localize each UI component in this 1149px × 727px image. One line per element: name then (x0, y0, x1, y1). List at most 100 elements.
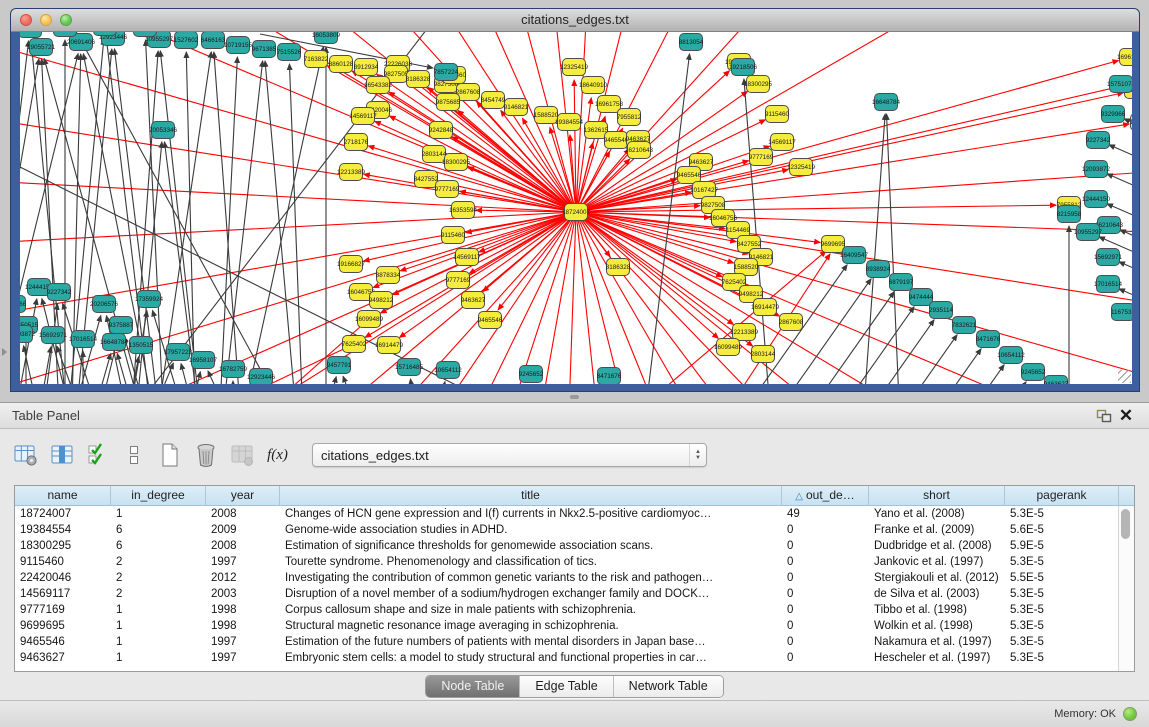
table-cell[interactable]: 1 (111, 506, 206, 522)
table-cell[interactable]: Hescheler et al. (1997) (869, 650, 1005, 666)
panel-collapse-arrow-icon[interactable] (2, 348, 7, 356)
table-cell[interactable]: 0 (782, 522, 869, 538)
column-header-title[interactable]: title (280, 486, 782, 505)
table-cell[interactable]: Changes of HCN gene expression and I(f) … (280, 506, 782, 522)
close-panel-icon[interactable]: ✕ (1115, 407, 1137, 425)
table-cell[interactable]: Nakamura et al. (1997) (869, 634, 1005, 650)
create-column-icon[interactable] (156, 442, 183, 468)
vertical-scrollbar[interactable] (1118, 506, 1134, 671)
table-cell[interactable]: 0 (782, 618, 869, 634)
table-cell[interactable]: 2009 (206, 522, 280, 538)
table-cell[interactable]: 9699695 (15, 618, 111, 634)
network-canvas[interactable]: 7163822886012889129342222603898275051654… (20, 32, 1132, 384)
dropdown-stepper-icon[interactable]: ▲▼ (689, 444, 706, 466)
checkbox-list-icon[interactable] (120, 442, 147, 468)
table-cell[interactable]: Structural magnetic resonance image aver… (280, 618, 782, 634)
column-header-in_degree[interactable]: in_degree (111, 486, 206, 505)
table-cell[interactable]: Corpus callosum shape and size in male p… (280, 602, 782, 618)
select-columns-icon[interactable] (84, 442, 111, 468)
table-cell[interactable]: 9463627 (15, 650, 111, 666)
table-cell[interactable]: 2 (111, 586, 206, 602)
table-row[interactable]: 911546021997Tourette syndrome. Phenomeno… (15, 554, 1134, 570)
float-panel-icon[interactable] (1093, 407, 1115, 425)
table-cell[interactable]: Yano et al. (2008) (869, 506, 1005, 522)
table-cell[interactable]: 0 (782, 602, 869, 618)
table-body[interactable]: 1872400712008Changes of HCN gene express… (15, 506, 1134, 666)
table-row[interactable]: 2242004622012Investigating the contribut… (15, 570, 1134, 586)
table-row[interactable]: 1938455462009Genome-wide association stu… (15, 522, 1134, 538)
table-cell[interactable]: 22420046 (15, 570, 111, 586)
table-row[interactable]: 977716911998Corpus callosum shape and si… (15, 602, 1134, 618)
resize-grip-icon[interactable] (1118, 370, 1131, 383)
table-cell[interactable]: 18300295 (15, 538, 111, 554)
table-type-segmented-control[interactable]: Node TableEdge TableNetwork Table (425, 675, 723, 698)
tab-node-table[interactable]: Node Table (426, 676, 519, 697)
table-cell[interactable]: 5.5E-5 (1005, 570, 1119, 586)
table-cell[interactable]: 2 (111, 554, 206, 570)
table-row[interactable]: 946362711997Embryonic stem cells: a mode… (15, 650, 1134, 666)
window-titlebar[interactable]: citations_edges.txt (11, 9, 1139, 32)
table-cell[interactable]: 5.3E-5 (1005, 650, 1119, 666)
table-cell[interactable]: 1 (111, 618, 206, 634)
table-cell[interactable]: 5.3E-5 (1005, 506, 1119, 522)
table-cell[interactable]: 0 (782, 634, 869, 650)
citation-network-graph[interactable]: 7163822886012889129342222603898275051654… (20, 32, 1132, 384)
table-cell[interactable]: Tourette syndrome. Phenomenology and cla… (280, 554, 782, 570)
table-cell[interactable]: 18724007 (15, 506, 111, 522)
table-cell[interactable]: 5.3E-5 (1005, 554, 1119, 570)
table-cell[interactable]: 0 (782, 554, 869, 570)
table-cell[interactable]: 1 (111, 602, 206, 618)
table-cell[interactable]: Estimation of significance thresholds fo… (280, 538, 782, 554)
table-cell[interactable]: 1 (111, 650, 206, 666)
table-cell[interactable]: Wolkin et al. (1998) (869, 618, 1005, 634)
tab-edge-table[interactable]: Edge Table (519, 676, 612, 697)
table-cell[interactable]: 2003 (206, 586, 280, 602)
table-cell[interactable]: 9115460 (15, 554, 111, 570)
table-cell[interactable]: 0 (782, 586, 869, 602)
table-cell[interactable]: 2008 (206, 506, 280, 522)
table-cell[interactable]: Dudbridge et al. (2008) (869, 538, 1005, 554)
table-cell[interactable]: 1 (111, 634, 206, 650)
table-cell[interactable]: 2008 (206, 538, 280, 554)
table-row[interactable]: 1456911722003Disruption of a novel membe… (15, 586, 1134, 602)
table-cell[interactable]: Tibbo et al. (1998) (869, 602, 1005, 618)
table-cell[interactable]: 1997 (206, 650, 280, 666)
table-cell[interactable]: 5.3E-5 (1005, 634, 1119, 650)
table-cell[interactable]: Investigating the contribution of common… (280, 570, 782, 586)
network-view-window[interactable]: citations_edges.txt 71638228860128891293… (10, 8, 1140, 392)
table-cell[interactable]: de Silva et al. (2003) (869, 586, 1005, 602)
table-row[interactable]: 969969511998Structural magnetic resonanc… (15, 618, 1134, 634)
table-cell[interactable]: Genome-wide association studies in ADHD. (280, 522, 782, 538)
table-cell[interactable]: Jankovic et al. (1997) (869, 554, 1005, 570)
table-cell[interactable]: 5.6E-5 (1005, 522, 1119, 538)
table-select-dropdown[interactable]: citations_edges.txt ▲▼ (312, 443, 707, 467)
table-cell[interactable]: 19384554 (15, 522, 111, 538)
table-cell[interactable]: 6 (111, 522, 206, 538)
table-cell[interactable]: 0 (782, 538, 869, 554)
table-cell[interactable]: Disruption of a novel member of a sodium… (280, 586, 782, 602)
table-cell[interactable]: 9777169 (15, 602, 111, 618)
table-cell[interactable]: 9465546 (15, 634, 111, 650)
table-row[interactable]: 1872400712008Changes of HCN gene express… (15, 506, 1134, 522)
table-cell[interactable]: 0 (782, 650, 869, 666)
table-cell[interactable]: Stergiakouli et al. (2012) (869, 570, 1005, 586)
function-builder-icon[interactable]: f(x) (264, 442, 291, 468)
table-cell[interactable]: 2012 (206, 570, 280, 586)
table-cell[interactable]: 0 (782, 570, 869, 586)
table-cell[interactable]: 1998 (206, 618, 280, 634)
column-header-pagerank[interactable]: pagerank (1005, 486, 1119, 505)
column-header-out_de[interactable]: △out_de… (782, 486, 869, 505)
table-cell[interactable]: 6 (111, 538, 206, 554)
table-cell[interactable]: Franke et al. (2009) (869, 522, 1005, 538)
delete-column-icon[interactable] (192, 442, 219, 468)
table-cell[interactable]: 2 (111, 570, 206, 586)
column-header-short[interactable]: short (869, 486, 1005, 505)
table-cell[interactable]: 5.3E-5 (1005, 586, 1119, 602)
tab-network-table[interactable]: Network Table (613, 676, 723, 697)
table-cell[interactable]: 1997 (206, 634, 280, 650)
scrollbar-thumb[interactable] (1121, 509, 1130, 539)
table-row[interactable]: 946554611997Estimation of the future num… (15, 634, 1134, 650)
table-header-row[interactable]: namein_degreeyeartitle△out_de…shortpager… (15, 486, 1134, 506)
node-attribute-table[interactable]: namein_degreeyeartitle△out_de…shortpager… (14, 485, 1135, 672)
table-mode-icon[interactable] (12, 442, 39, 468)
